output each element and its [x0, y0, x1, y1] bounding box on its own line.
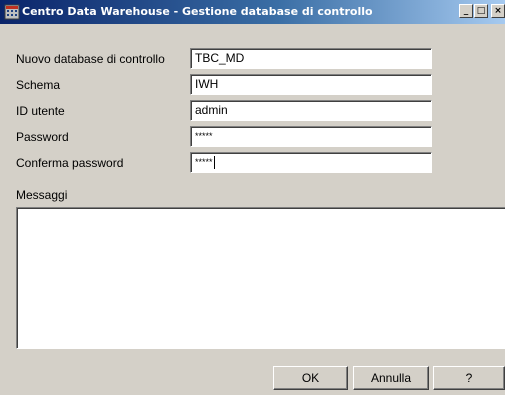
- schema-field[interactable]: IWH: [190, 74, 432, 95]
- user-id-field[interactable]: admin: [190, 100, 432, 121]
- user-id-label: ID utente: [16, 104, 65, 118]
- dialog-window: Centro Data Warehouse - Gestione databas…: [0, 0, 505, 395]
- help-button[interactable]: ?: [433, 366, 505, 390]
- title-bar[interactable]: Centro Data Warehouse - Gestione databas…: [0, 0, 505, 24]
- messages-label: Messaggi: [16, 188, 68, 202]
- window-title: Centro Data Warehouse - Gestione databas…: [22, 5, 373, 18]
- password-field[interactable]: *****: [190, 126, 432, 147]
- confirm-password-field[interactable]: *****: [190, 152, 432, 173]
- control-db-field[interactable]: TBC_MD: [190, 48, 432, 69]
- maximize-button[interactable]: □: [474, 4, 488, 18]
- confirm-password-label: Conferma password: [16, 156, 124, 170]
- messages-area[interactable]: [16, 207, 505, 349]
- cancel-button[interactable]: Annulla: [353, 366, 429, 390]
- text-caret: [213, 156, 215, 170]
- password-label: Password: [16, 130, 69, 144]
- control-db-label: Nuovo database di controllo: [16, 52, 165, 66]
- confirm-password-value: *****: [195, 157, 213, 167]
- minimize-button[interactable]: _: [459, 4, 473, 18]
- close-button[interactable]: ×: [491, 4, 505, 18]
- schema-label: Schema: [16, 78, 61, 92]
- ok-button[interactable]: OK: [273, 366, 348, 390]
- dwc-app-icon: [4, 4, 20, 20]
